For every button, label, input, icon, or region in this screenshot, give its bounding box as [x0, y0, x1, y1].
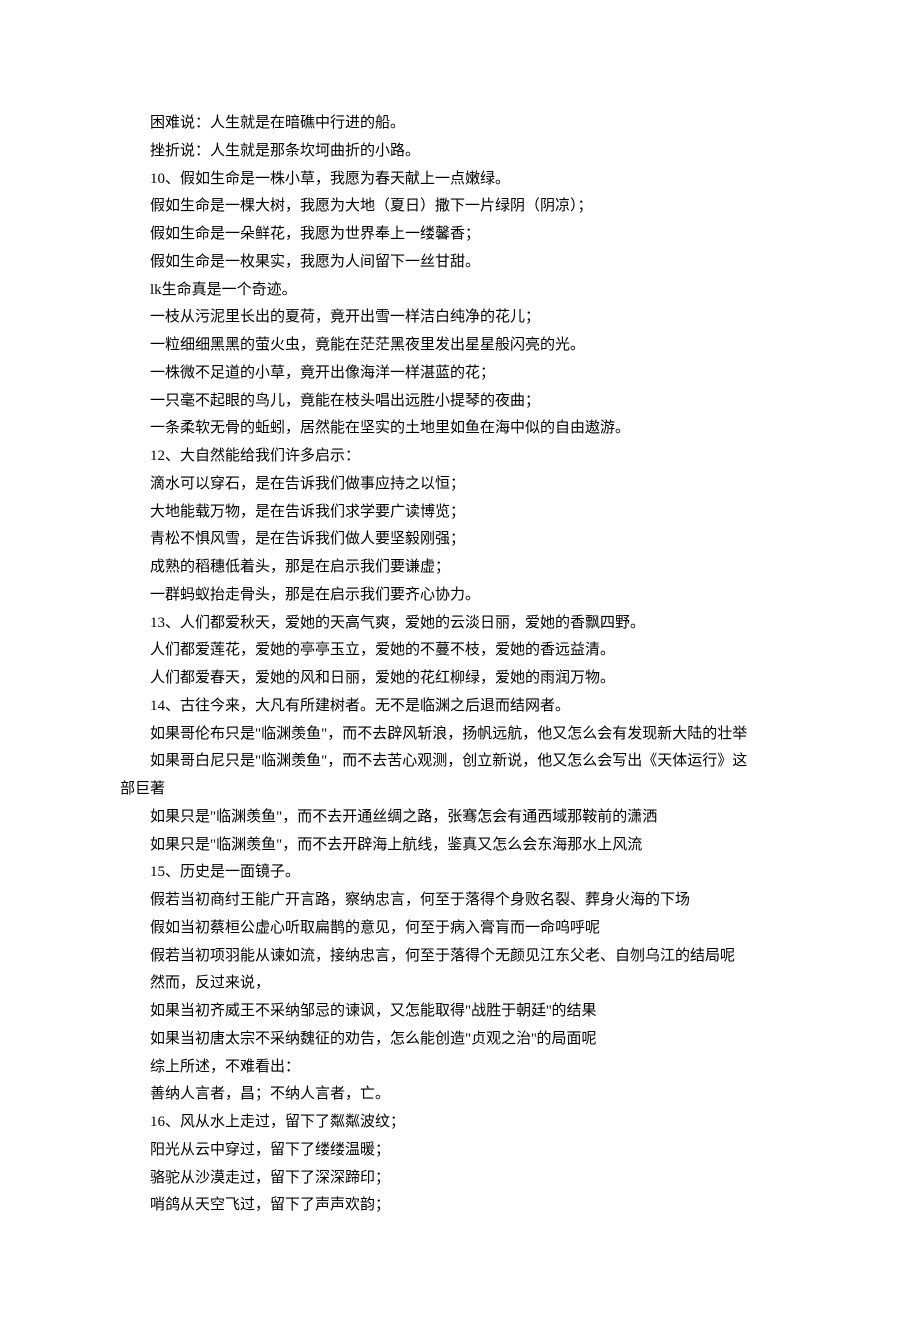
text-line: 假如当初蔡桓公虚心听取扁鹊的意见，何至于病入膏肓而一命呜呼呢 — [120, 915, 800, 943]
text-line: 阳光从云中穿过，留下了缕缕温暖； — [120, 1137, 800, 1165]
text-line: 人们都爱春天，爱她的风和日丽，爱她的花红柳绿，爱她的雨润万物。 — [120, 665, 800, 693]
text-line: 然而，反过来说， — [120, 970, 800, 998]
text-line: 10、假如生命是一株小草，我愿为春天献上一点嫩绿。 — [120, 166, 800, 194]
text-line: 骆驼从沙漠走过，留下了深深蹄印； — [120, 1165, 800, 1193]
text-line: 如果哥伦布只是"临渊羡鱼"，而不去辟风斩浪，扬帆远航，他又怎么会有发现新大陆的壮… — [120, 721, 800, 749]
text-line: 14、古往今来，大凡有所建树者。无不是临渊之后退而结网者。 — [120, 693, 800, 721]
text-line: 15、历史是一面镜子。 — [120, 859, 800, 887]
text-line: 善纳人言者，昌；不纳人言者，亡。 — [120, 1081, 800, 1109]
text-line: 成熟的稻穗低着头，那是在启示我们要谦虚； — [120, 554, 800, 582]
text-line: 如果当初齐威王不采纳邹忌的谏讽，又怎能取得"战胜于朝廷''的结果 — [120, 998, 800, 1026]
text-line: 青松不惧风雪，是在告诉我们做人要坚毅刚强； — [120, 526, 800, 554]
text-line: 假如生命是一朵鲜花，我愿为世界奉上一缕馨香； — [120, 221, 800, 249]
text-line: 如果只是"临渊羡鱼"，而不去开通丝绸之路，张骞怎会有通西域那鞍前的潇洒 — [120, 804, 800, 832]
text-line: 假如生命是一棵大树，我愿为大地（夏日）撒下一片绿阴（阴凉）； — [120, 193, 800, 221]
text-line: 困难说：人生就是在暗礁中行进的船。 — [120, 110, 800, 138]
text-line: 16、风从水上走过，留下了粼粼波纹； — [120, 1109, 800, 1137]
text-line: 13、人们都爱秋天，爱她的天高气爽，爱她的云淡日丽，爱她的香飘四野。 — [120, 610, 800, 638]
text-line: 滴水可以穿石，是在告诉我们做事应持之以恒； — [120, 471, 800, 499]
text-line: 一粒细细黑黑的萤火虫，竟能在茫茫黑夜里发出星星般闪亮的光。 — [120, 332, 800, 360]
text-line: 哨鸽从天空飞过，留下了声声欢韵； — [120, 1192, 800, 1220]
text-line: 人们都爱莲花，爱她的亭亭玉立，爱她的不蔓不枝，爱她的香远益清。 — [120, 637, 800, 665]
text-line: 综上所述，不难看出： — [120, 1054, 800, 1082]
text-line: 一群蚂蚁抬走骨头，那是在启示我们要齐心协力。 — [120, 582, 800, 610]
document-page: 困难说：人生就是在暗礁中行进的船。 挫折说：人生就是那条坎坷曲折的小路。 10、… — [0, 0, 920, 1330]
text-line: 假若当初项羽能从谏如流，接纳忠言，何至于落得个无颜见江东父老、自刎乌江的结局呢 — [120, 943, 800, 971]
text-line-wrap: 部巨著 — [120, 776, 800, 804]
text-line: 如果只是"临渊羡鱼"，而不去开辟海上航线，鉴真又怎么会东海那水上风流 — [120, 832, 800, 860]
text-line: 假若当初商纣王能广开言路，察纳忠言，何至于落得个身败名裂、葬身火海的下场 — [120, 887, 800, 915]
text-line: 如果哥白尼只是"临渊羡鱼"，而不去苦心观测，创立新说，他又怎么会写出《天体运行》… — [120, 748, 800, 776]
text-line: 一株微不足道的小草，竟开出像海洋一样湛蓝的花； — [120, 360, 800, 388]
text-line: 一条柔软无骨的蚯蚓，居然能在坚实的土地里如鱼在海中似的自由遨游。 — [120, 415, 800, 443]
text-line: 一只毫不起眼的鸟儿，竟能在枝头唱出远胜小提琴的夜曲； — [120, 388, 800, 416]
text-line: 挫折说：人生就是那条坎坷曲折的小路。 — [120, 138, 800, 166]
text-line: 假如生命是一枚果实，我愿为人间留下一丝甘甜。 — [120, 249, 800, 277]
text-line: 12、大自然能给我们许多启示： — [120, 443, 800, 471]
text-line: 大地能载万物，是在告诉我们求学要广读博览； — [120, 499, 800, 527]
text-line: 如果当初唐太宗不采纳魏征的劝告，怎么能创造"贞观之治''的局面呢 — [120, 1026, 800, 1054]
text-line: lk生命真是一个奇迹。 — [120, 277, 800, 305]
text-line: 一枝从污泥里长出的夏荷，竟开出雪一样洁白纯净的花儿； — [120, 304, 800, 332]
